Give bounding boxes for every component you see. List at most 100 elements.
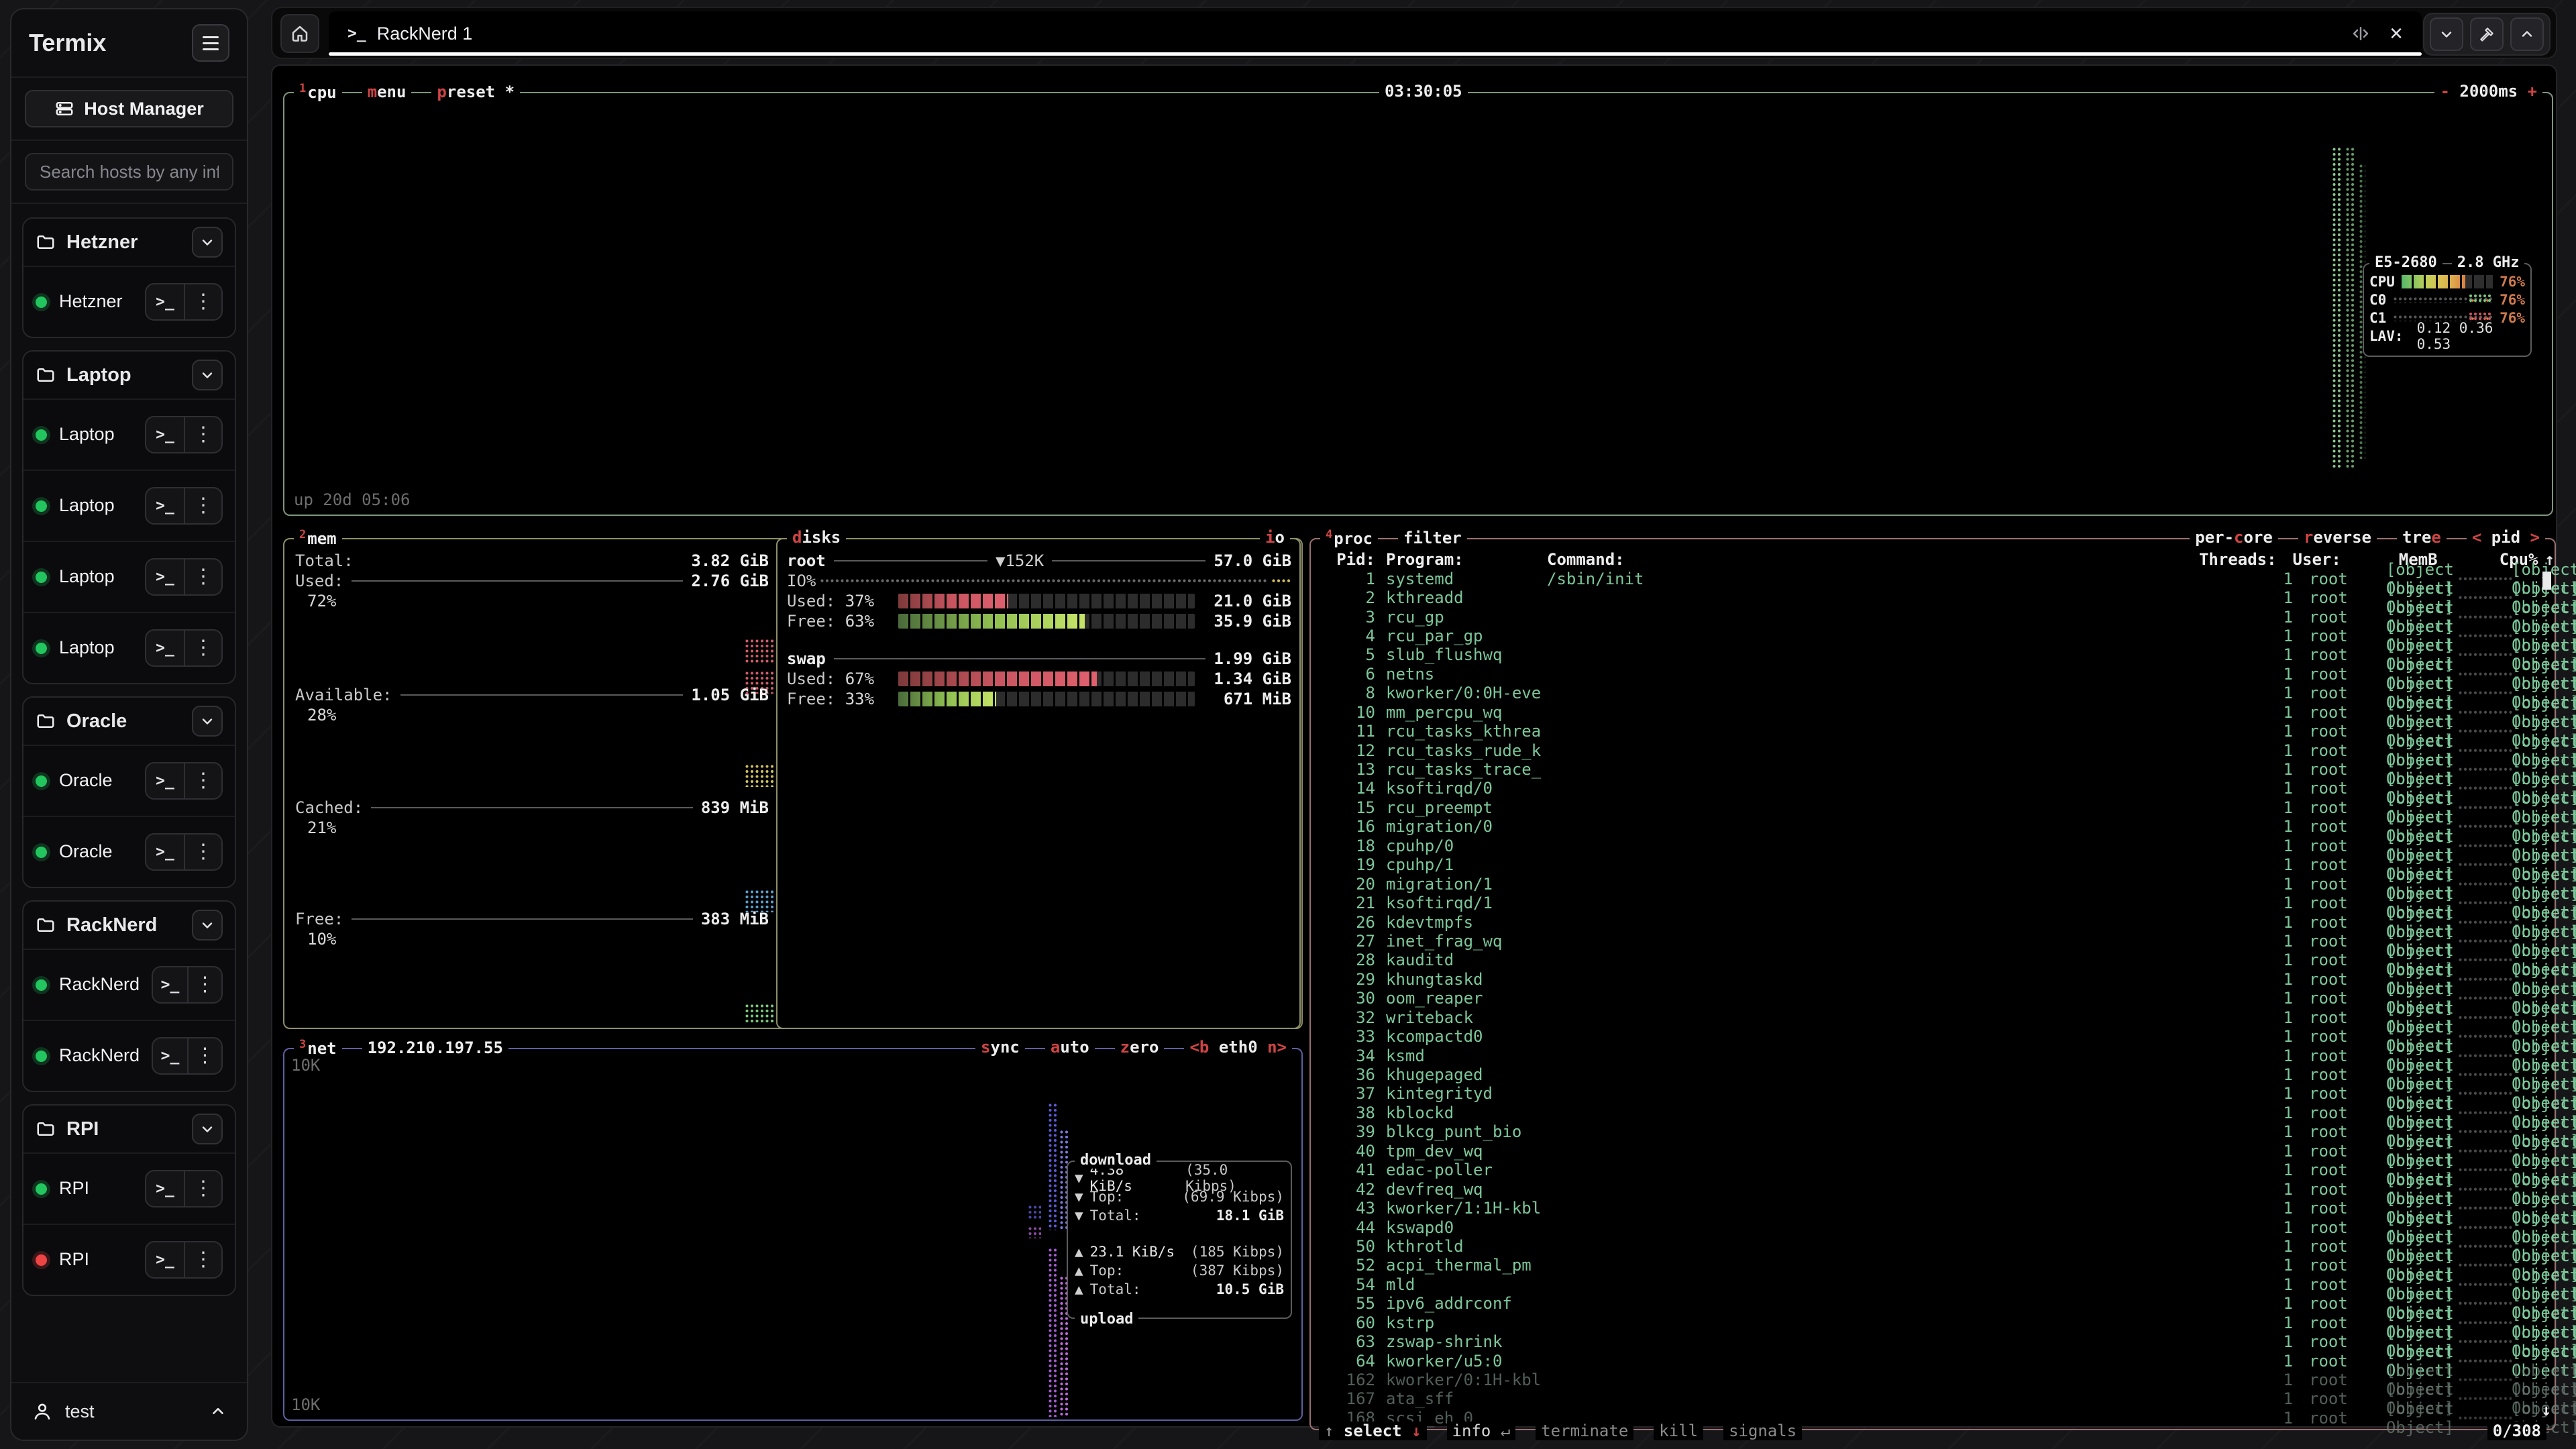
process-row[interactable]: 1 systemd /sbin/init 1 root [object Obje… — [1311, 569, 2555, 588]
group-collapse-button[interactable] — [192, 227, 223, 258]
proc-terminate-control[interactable]: terminate — [1536, 1421, 1633, 1440]
proc-filter-button[interactable]: filter — [1398, 529, 1467, 547]
net-interface-switcher[interactable]: <b eth0 n> — [1184, 1038, 1292, 1057]
host-terminal-button[interactable]: >_ — [146, 1171, 184, 1206]
process-row[interactable]: 36 khugepaged 1 root [object Object] [ob… — [1311, 1065, 2555, 1084]
host-terminal-button[interactable]: >_ — [146, 488, 184, 523]
tab-prev-button[interactable] — [2430, 17, 2463, 51]
host-row[interactable]: Laptop >_ ⋮ — [23, 612, 235, 683]
host-more-button[interactable]: ⋮ — [187, 967, 221, 1002]
cpu-menu-button[interactable]: menu — [362, 83, 412, 101]
col-command[interactable]: Command: — [1547, 550, 2176, 569]
group-collapse-button[interactable] — [192, 706, 223, 737]
proc-tree-button[interactable]: tree — [2397, 528, 2447, 547]
proc-reverse-button[interactable]: reverse — [2298, 528, 2377, 547]
host-more-button[interactable]: ⋮ — [184, 559, 221, 594]
process-row[interactable]: 5 slub_flushwq 1 root [object Object] [o… — [1311, 645, 2555, 664]
split-view-icon[interactable] — [2351, 23, 2371, 44]
process-row[interactable]: 19 cpuhp/1 1 root [object Object] [objec… — [1311, 855, 2555, 874]
host-row[interactable]: RackNerd >_ ⋮ — [23, 949, 235, 1020]
host-terminal-button[interactable]: >_ — [153, 1038, 187, 1073]
chevron-up-icon[interactable] — [209, 1403, 227, 1420]
host-terminal-button[interactable]: >_ — [146, 1242, 184, 1277]
host-group-header[interactable]: RPI — [23, 1106, 235, 1152]
search-input[interactable] — [25, 153, 233, 191]
host-more-button[interactable]: ⋮ — [184, 763, 221, 798]
process-row[interactable]: 55 ipv6_addrconf 1 root [object Object] … — [1311, 1294, 2555, 1313]
process-row[interactable]: 162 kworker/0:1H-kbl 1 root [object Obje… — [1311, 1371, 2555, 1389]
proc-kill-control[interactable]: kill — [1654, 1421, 1703, 1440]
process-row[interactable]: 50 kthrotld 1 root [object Object] [obje… — [1311, 1237, 2555, 1256]
host-row[interactable]: Oracle >_ ⋮ — [23, 745, 235, 816]
process-row[interactable]: 34 ksmd 1 root [object Object] [object O… — [1311, 1046, 2555, 1065]
host-terminal-button[interactable]: >_ — [146, 631, 184, 665]
col-program[interactable]: Program: — [1386, 550, 1547, 569]
process-row[interactable]: 52 acpi_thermal_pm 1 root [object Object… — [1311, 1256, 2555, 1275]
host-more-button[interactable]: ⋮ — [184, 1242, 221, 1277]
process-row[interactable]: 42 devfreq_wq 1 root [object Object] [ob… — [1311, 1179, 2555, 1198]
net-zero-button[interactable]: zero — [1115, 1038, 1165, 1057]
tab-next-button[interactable] — [2510, 17, 2544, 51]
host-row[interactable]: RPI >_ ⋮ — [23, 1152, 235, 1224]
proc-scrollbar-thumb[interactable] — [2542, 572, 2551, 590]
group-collapse-button[interactable] — [192, 360, 223, 390]
process-row[interactable]: 38 kblockd 1 root [object Object] [objec… — [1311, 1104, 2555, 1122]
process-row[interactable]: 18 cpuhp/0 1 root [object Object] [objec… — [1311, 837, 2555, 855]
process-row[interactable]: 29 khungtaskd 1 root [object Object] [ob… — [1311, 970, 2555, 989]
sidebar-menu-button[interactable] — [192, 24, 229, 62]
proc-select-control[interactable]: ↑ select ↓ — [1319, 1421, 1427, 1440]
process-row[interactable]: 2 kthreadd 1 root [object Object] [objec… — [1311, 588, 2555, 607]
update-interval-control[interactable]: - 2000ms + — [2434, 82, 2542, 101]
host-terminal-button[interactable]: >_ — [146, 284, 184, 319]
process-row[interactable]: 6 netns 1 root [object Object] [object O… — [1311, 665, 2555, 684]
process-row[interactable]: 37 kintegrityd 1 root [object Object] [o… — [1311, 1084, 2555, 1103]
host-more-button[interactable]: ⋮ — [184, 284, 221, 319]
host-manager-button[interactable]: Host Manager — [25, 90, 233, 127]
tools-button[interactable] — [2470, 17, 2504, 51]
process-row[interactable]: 41 edac-poller 1 root [object Object] [o… — [1311, 1161, 2555, 1179]
process-row[interactable]: 64 kworker/u5:0 1 root [object Object] [… — [1311, 1351, 2555, 1370]
process-row[interactable]: 3 rcu_gp 1 root [object Object] [object … — [1311, 607, 2555, 626]
host-terminal-button[interactable]: >_ — [146, 835, 184, 869]
process-row[interactable]: 13 rcu_tasks_trace_ 1 root [object Objec… — [1311, 760, 2555, 779]
proc-signals-control[interactable]: signals — [1723, 1421, 1802, 1440]
process-row[interactable]: 10 mm_percpu_wq 1 root [object Object] [… — [1311, 703, 2555, 722]
host-row[interactable]: RackNerd >_ ⋮ — [23, 1020, 235, 1091]
process-row[interactable]: 63 zswap-shrink 1 root [object Object] [… — [1311, 1332, 2555, 1351]
process-row[interactable]: 16 migration/0 1 root [object Object] [o… — [1311, 817, 2555, 836]
home-button[interactable] — [280, 14, 319, 53]
disks-box-title[interactable]: disks — [787, 528, 846, 547]
process-row[interactable]: 30 oom_reaper 1 root [object Object] [ob… — [1311, 989, 2555, 1008]
col-threads[interactable]: Threads: — [2176, 550, 2277, 569]
process-row[interactable]: 12 rcu_tasks_rude_k 1 root [object Objec… — [1311, 741, 2555, 759]
process-row[interactable]: 44 kswapd0 1 root [object Object] [objec… — [1311, 1218, 2555, 1236]
terminal[interactable]: 1cpu menu preset * 03:30:05 - 2000ms + E… — [271, 64, 2557, 1428]
group-collapse-button[interactable] — [192, 910, 223, 941]
host-row[interactable]: Oracle >_ ⋮ — [23, 816, 235, 887]
cpu-preset-button[interactable]: preset * — [431, 83, 520, 101]
proc-percore-button[interactable]: per-core — [2190, 528, 2278, 547]
process-row[interactable]: 28 kauditd 1 root [object Object] [objec… — [1311, 951, 2555, 969]
process-row[interactable]: 15 rcu_preempt 1 root [object Object] [o… — [1311, 798, 2555, 817]
net-auto-button[interactable]: auto — [1045, 1038, 1095, 1057]
process-row[interactable]: 32 writeback 1 root [object Object] [obj… — [1311, 1008, 2555, 1027]
process-row[interactable]: 60 kstrp 1 root [object Object] [object … — [1311, 1313, 2555, 1332]
process-row[interactable]: 39 blkcg_punt_bio 1 root [object Object]… — [1311, 1122, 2555, 1141]
disks-io-button[interactable]: io — [1260, 528, 1290, 547]
sidebar-footer[interactable]: test — [11, 1382, 247, 1440]
process-row[interactable]: 11 rcu_tasks_kthrea 1 root [object Objec… — [1311, 722, 2555, 741]
tab-racknerd-1[interactable]: >_ RackNerd 1 × — [329, 11, 2422, 56]
process-row[interactable]: 14 ksoftirqd/0 1 root [object Object] [o… — [1311, 779, 2555, 798]
process-row[interactable]: 54 mld 1 root [object Object] [object Ob… — [1311, 1275, 2555, 1294]
host-row[interactable]: Laptop >_ ⋮ — [23, 541, 235, 612]
host-group-header[interactable]: Hetzner — [23, 219, 235, 266]
host-more-button[interactable]: ⋮ — [184, 835, 221, 869]
tab-close-icon[interactable]: × — [2390, 22, 2403, 45]
process-row[interactable]: 43 kworker/1:1H-kbl 1 root [object Objec… — [1311, 1199, 2555, 1218]
proc-sort-selector[interactable]: < pid > — [2467, 528, 2545, 547]
host-row[interactable]: Laptop >_ ⋮ — [23, 470, 235, 541]
host-group-header[interactable]: Laptop — [23, 352, 235, 398]
host-more-button[interactable]: ⋮ — [184, 631, 221, 665]
host-group-header[interactable]: RackNerd — [23, 902, 235, 949]
process-row[interactable]: 20 migration/1 1 root [object Object] [o… — [1311, 874, 2555, 893]
